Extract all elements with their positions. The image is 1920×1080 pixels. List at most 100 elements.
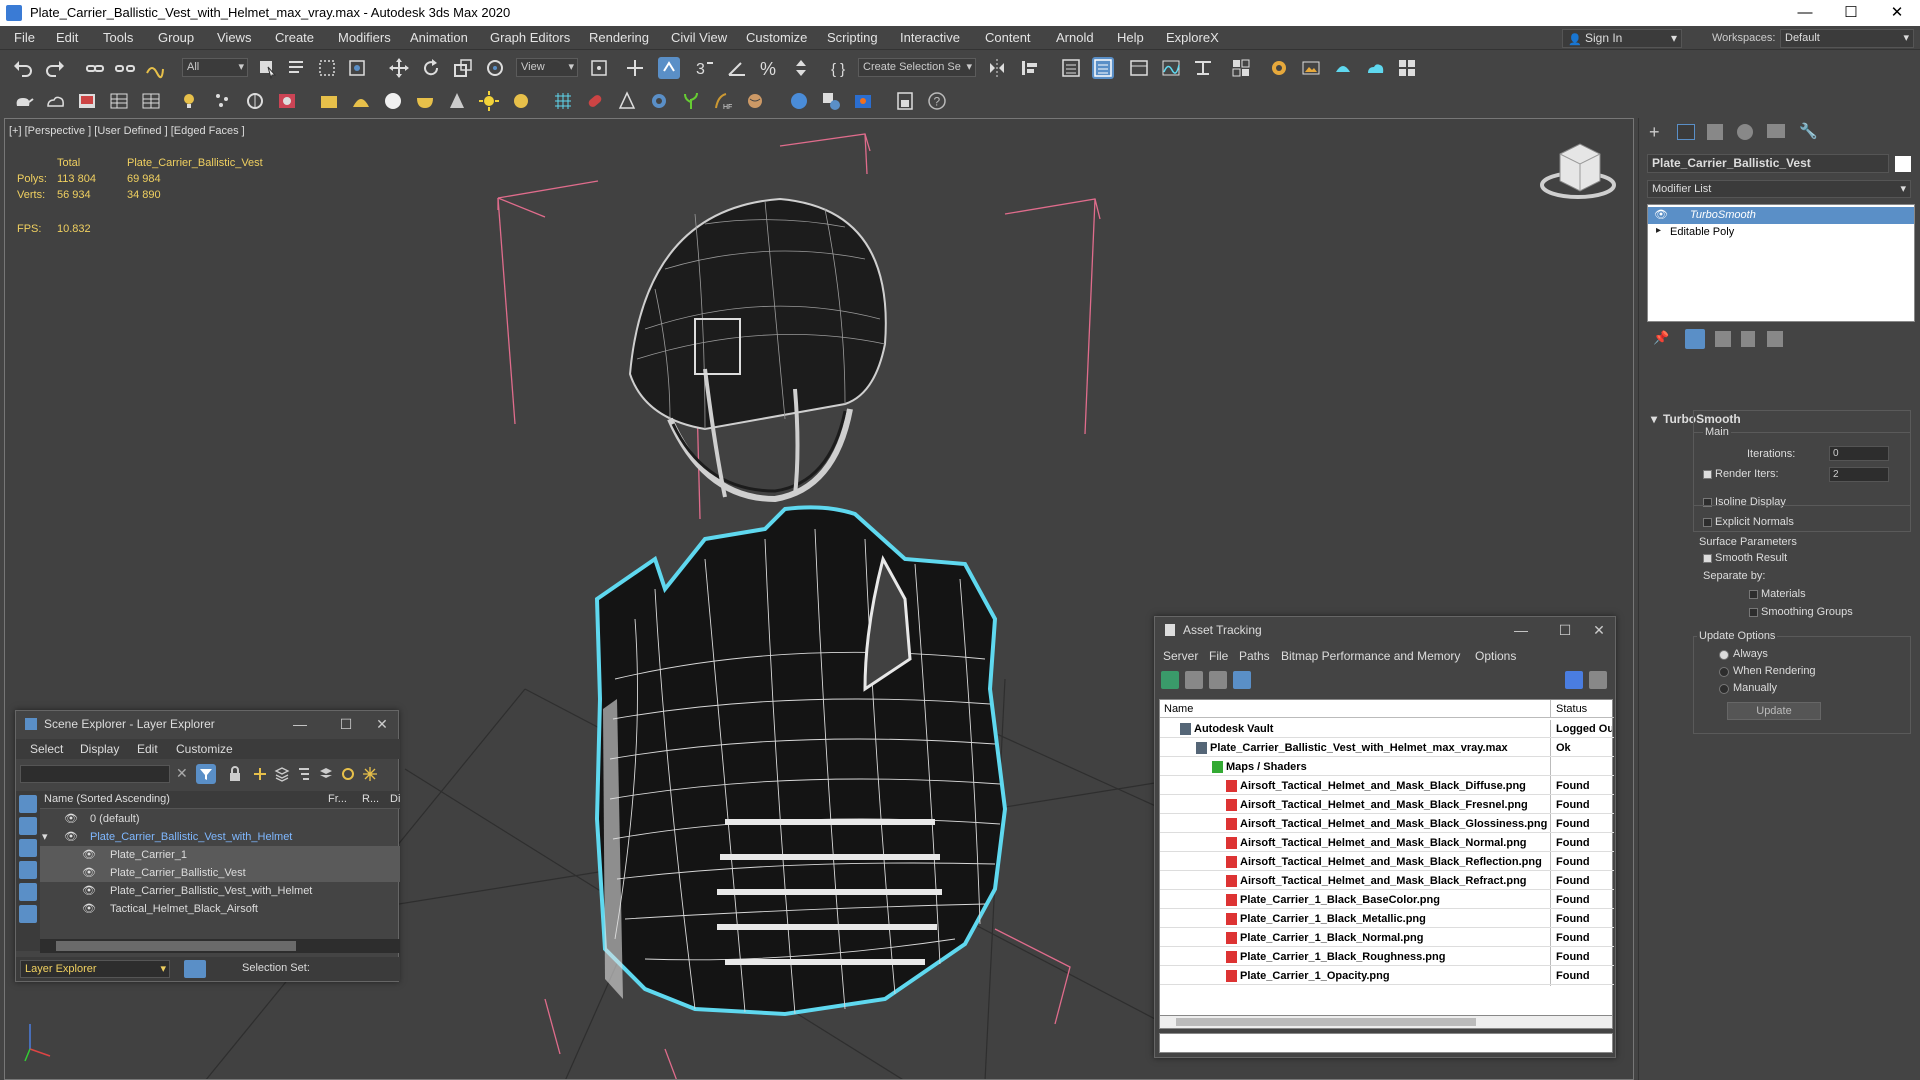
explicit-normals-checkbox[interactable] (1703, 518, 1712, 527)
dynamics-icon[interactable] (244, 90, 266, 112)
asset-settings-icon[interactable] (1589, 671, 1607, 689)
asset-menu-bitmap[interactable]: Bitmap Performance and Memory (1281, 649, 1460, 663)
asset-row[interactable]: Autodesk Vault Logged Ou (1160, 720, 1614, 739)
menu-content[interactable]: Content (985, 30, 1031, 45)
expand-arrow-icon[interactable]: ▾ (42, 828, 48, 846)
fluids-icon[interactable] (276, 90, 298, 112)
scale-icon[interactable] (452, 57, 474, 79)
scene-explorer-menu-display[interactable]: Display (80, 742, 119, 756)
material-editor-icon[interactable] (1230, 57, 1252, 79)
asset-row[interactable]: Airsoft_Tactical_Helmet_and_Mask_Black_R… (1160, 853, 1614, 872)
table-view-icon[interactable] (1233, 671, 1251, 689)
object-color-swatch[interactable] (1895, 156, 1911, 172)
update-button[interactable]: Update (1727, 702, 1821, 720)
thumbnail-view-icon[interactable] (1209, 671, 1227, 689)
table-icon[interactable] (140, 90, 162, 112)
eye-icon[interactable]: 👁 (82, 882, 96, 900)
list-item[interactable]: 👁 Plate_Carrier_Ballistic_Vest (40, 864, 400, 882)
menu-interactive[interactable]: Interactive (900, 30, 960, 45)
scene-explorer-menu-edit[interactable]: Edit (137, 742, 158, 756)
object-name-field[interactable]: Plate_Carrier_Ballistic_Vest (1647, 154, 1889, 173)
asset-row[interactable]: Plate_Carrier_1_Black_Metallic.png Found (1160, 910, 1614, 929)
smoothing-groups-checkbox[interactable] (1749, 608, 1758, 617)
freeze-icon[interactable] (362, 766, 378, 782)
menu-create[interactable]: Create (275, 30, 314, 45)
horizontal-scrollbar[interactable] (40, 939, 400, 953)
hierarchy-icon[interactable] (296, 766, 312, 782)
particle-view-icon[interactable] (212, 90, 234, 112)
hierarchy-tab-icon[interactable] (1707, 124, 1723, 140)
bowl-primitive-icon[interactable] (414, 90, 436, 112)
display-objects-icon[interactable] (19, 795, 37, 813)
column-name-header[interactable]: Name (Sorted Ascending) (44, 793, 170, 805)
cloud-icon[interactable] (44, 90, 66, 112)
render-setup-icon[interactable] (1268, 57, 1290, 79)
remove-modifier-icon[interactable] (1741, 331, 1755, 347)
scene-explorer-menu-select[interactable]: Select (30, 742, 63, 756)
curve-editor-icon[interactable] (1160, 57, 1182, 79)
scene-explorer-search-input[interactable] (20, 765, 170, 783)
asset-row[interactable]: Plate_Carrier_1_Black_BaseColor.png Found (1160, 891, 1614, 910)
explorer-type-dropdown[interactable]: Layer Explorer ▾ (20, 960, 170, 978)
display-tab-icon[interactable] (1767, 124, 1785, 138)
column-render-header[interactable]: R... (362, 793, 379, 805)
make-unique-icon[interactable] (1715, 331, 1731, 347)
layer-explorer-toggle-icon[interactable] (1092, 57, 1114, 79)
select-by-name-icon[interactable] (286, 57, 308, 79)
bind-space-warp-icon[interactable] (144, 57, 166, 79)
workspace-dropdown[interactable]: Default ▾ (1780, 29, 1914, 48)
sun-light-icon[interactable] (478, 90, 500, 112)
asset-tracking-close-button[interactable]: ✕ (1581, 617, 1617, 643)
spreadsheet-icon[interactable] (108, 90, 130, 112)
sign-in-dropdown[interactable]: 👤 Sign In ▾ (1562, 29, 1682, 48)
cone-primitive-icon[interactable] (446, 90, 468, 112)
mirror-icon[interactable] (986, 57, 1008, 79)
environment-sphere-icon[interactable] (788, 90, 810, 112)
menu-scripting[interactable]: Scripting (827, 30, 878, 45)
eye-icon[interactable]: 👁 (1654, 208, 1668, 221)
menu-animation[interactable]: Animation (410, 30, 468, 45)
asset-library-icon[interactable] (852, 90, 874, 112)
column-frozen-header[interactable]: Fr... (328, 793, 347, 805)
link-icon[interactable] (84, 57, 106, 79)
menu-explorex[interactable]: ExploreX (1166, 30, 1219, 45)
pivot-center-icon[interactable] (588, 57, 610, 79)
named-selection-set-dropdown[interactable]: Create Selection Se ▾ (858, 58, 976, 77)
eye-icon[interactable]: 👁 (82, 900, 96, 918)
menu-arnold[interactable]: Arnold (1056, 30, 1094, 45)
rendered-frame-window-icon[interactable] (1300, 57, 1322, 79)
placement-icon[interactable] (484, 57, 506, 79)
list-item[interactable]: 👁 0 (default) (40, 810, 400, 828)
scene-explorer-menu-customize[interactable]: Customize (176, 742, 233, 756)
minimize-button[interactable]: — (1782, 0, 1828, 26)
cloth-icon[interactable] (744, 90, 766, 112)
undo-icon[interactable] (12, 57, 34, 79)
asset-row[interactable]: Maps / Shaders (1160, 758, 1614, 777)
refresh-icon[interactable] (1161, 671, 1179, 689)
maximize-button[interactable]: ☐ (1828, 0, 1874, 26)
scene-explorer-toggle-icon[interactable] (1060, 57, 1082, 79)
select-manipulate-icon[interactable] (624, 57, 646, 79)
layer-manager-icon[interactable] (184, 960, 206, 978)
configure-modifier-sets-icon[interactable] (1767, 331, 1783, 347)
asset-horizontal-scrollbar[interactable] (1159, 1015, 1613, 1029)
texture-bake-icon[interactable] (820, 90, 842, 112)
scene-explorer-maximize-button[interactable]: ☐ (328, 711, 364, 737)
rectangular-selection-icon[interactable] (316, 57, 338, 79)
column-display-header[interactable]: Di (390, 793, 400, 805)
help-icon[interactable]: ? (926, 90, 948, 112)
snaps-toggle-icon[interactable]: 3 (694, 57, 716, 79)
update-manually-radio[interactable] (1719, 684, 1729, 694)
sphere-primitive-icon[interactable] (382, 90, 404, 112)
asset-help-icon[interactable] (1565, 671, 1583, 689)
save-render-icon[interactable] (894, 90, 916, 112)
omni-light-icon[interactable] (510, 90, 532, 112)
ribbon-toggle-icon[interactable] (1128, 57, 1150, 79)
capsule-icon[interactable] (584, 90, 606, 112)
motion-tab-icon[interactable] (1737, 124, 1753, 140)
stack-item-editable-poly[interactable]: ▸ Editable Poly (1648, 224, 1914, 241)
asset-row[interactable]: Airsoft_Tactical_Helmet_and_Mask_Black_F… (1160, 796, 1614, 815)
new-layer-icon[interactable] (252, 766, 268, 782)
spinner-snap-icon[interactable] (790, 57, 812, 79)
asset-path-field[interactable] (1159, 1033, 1613, 1053)
